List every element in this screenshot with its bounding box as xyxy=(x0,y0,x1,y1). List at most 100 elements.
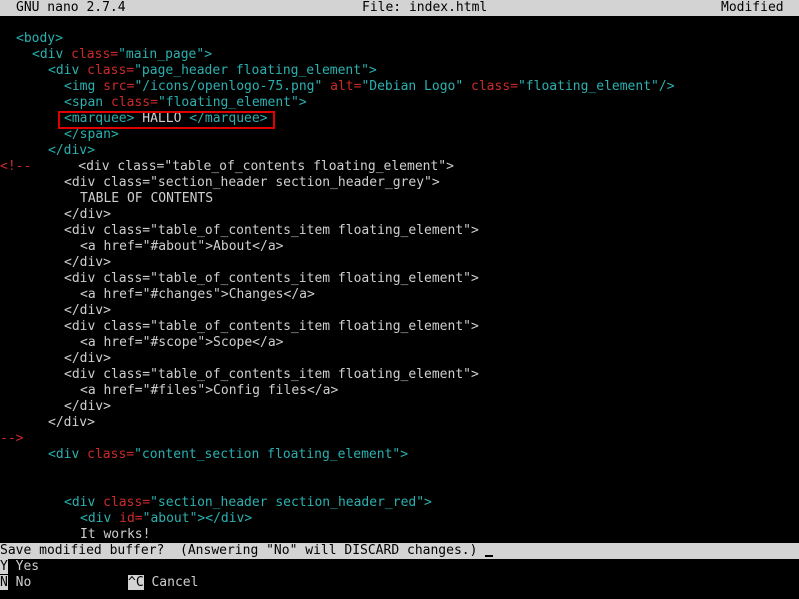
code-token: </div> xyxy=(64,351,111,366)
code-token: "main_page" xyxy=(118,47,205,62)
code-line: <!-- <div class="table_of_contents float… xyxy=(0,159,454,175)
code-token: <div xyxy=(64,495,104,510)
code-token: class= xyxy=(103,495,151,510)
save-prompt: Save modified buffer? (Answering "No" wi… xyxy=(0,543,799,559)
cursor xyxy=(485,555,494,557)
shortcut-key-cancel: ^C xyxy=(128,575,144,590)
code-line: <span class="floating_element"> xyxy=(64,95,307,111)
code-line: <a href="#about">About</a> xyxy=(80,239,284,255)
code-line: It works! xyxy=(80,527,150,543)
shortcut-label-no: No xyxy=(15,575,32,590)
code-token: <a href="#scope">Scope</a> xyxy=(80,335,284,350)
code-token: "section_header section_header_red" xyxy=(150,495,425,510)
code-token: </div> xyxy=(48,415,95,430)
code-line: <img src="/icons/openlogo-75.png" alt="D… xyxy=(64,79,675,95)
code-token: class= xyxy=(71,47,119,62)
code-token: class= xyxy=(87,447,135,462)
code-token: <div class="table_of_contents_item float… xyxy=(64,367,479,382)
shortcut-cancel[interactable]: ^C Cancel xyxy=(128,575,198,591)
code-token: </div> xyxy=(48,143,95,158)
code-token: <div class="table_of_contents_item float… xyxy=(64,319,479,334)
code-token: <div class="table_of_contents floating_e… xyxy=(78,159,454,174)
code-token: <div xyxy=(32,47,72,62)
code-token: "about" xyxy=(142,511,198,526)
code-line: </div> xyxy=(64,303,111,319)
code-token: <div xyxy=(48,447,88,462)
code-line: <div class="page_header floating_element… xyxy=(48,63,377,79)
code-token: </div> xyxy=(64,255,111,270)
file-name: File: index.html xyxy=(362,0,488,15)
code-token: "/icons/openlogo-75.png" xyxy=(134,79,331,94)
code-token: "floating_element" xyxy=(517,79,659,94)
code-line: </span> xyxy=(64,127,119,143)
code-line: TABLE OF CONTENTS xyxy=(80,191,213,207)
code-line: <div class="section_header section_heade… xyxy=(64,175,440,191)
code-line: <div class="section_header section_heade… xyxy=(64,495,432,511)
code-line: <div class="table_of_contents_item float… xyxy=(64,319,479,335)
code-token: > xyxy=(424,495,432,510)
code-token: class= xyxy=(110,95,158,110)
code-line: </div> xyxy=(64,351,111,367)
code-token: <div class="table_of_contents_item float… xyxy=(64,223,479,238)
code-line: <body> xyxy=(16,31,63,47)
code-line: </div> xyxy=(64,207,111,223)
code-line: <a href="#scope">Scope</a> xyxy=(80,335,284,351)
code-token: alt= xyxy=(330,79,362,94)
prompt-text: Save modified buffer? (Answering "No" wi… xyxy=(0,543,486,558)
code-line: <div class="table_of_contents_item float… xyxy=(64,367,479,383)
code-line: <a href="#files">Config files</a> xyxy=(80,383,338,399)
code-token: </div> xyxy=(64,399,111,414)
shortcut-no[interactable]: N No xyxy=(0,575,31,591)
code-line: </div> xyxy=(64,255,111,271)
code-token: class= xyxy=(87,63,135,78)
code-token: </div> xyxy=(64,207,111,222)
code-token: <div class="table_of_contents_item float… xyxy=(64,271,479,286)
code-line: <div id="about"></div> xyxy=(80,511,252,527)
code-line: --> xyxy=(0,431,23,447)
code-token: > xyxy=(204,47,213,62)
code-token: <div xyxy=(48,63,88,78)
code-token: > xyxy=(400,447,409,462)
code-token: > xyxy=(368,63,377,78)
code-token: class= xyxy=(471,79,518,94)
shortcut-label-cancel: Cancel xyxy=(151,575,199,590)
code-line: <div class="main_page"> xyxy=(32,47,212,63)
code-line: <div class="table_of_contents_item float… xyxy=(64,223,479,239)
code-token: <a href="#about">About</a> xyxy=(80,239,284,254)
code-line: <a href="#changes">Changes</a> xyxy=(80,287,315,303)
code-token: <!-- xyxy=(0,159,32,174)
code-token: </div> xyxy=(64,303,111,318)
code-token: <a href="#files">Config files</a> xyxy=(80,383,339,398)
title-bar: GNU nano 2.7.4 File: index.html Modified xyxy=(0,0,799,16)
code-token: --> xyxy=(0,431,24,446)
code-token: <div class="section_header section_heade… xyxy=(64,175,440,190)
shortcut-yes[interactable]: Y Yes xyxy=(0,559,39,575)
code-token: "floating_element" xyxy=(157,95,299,110)
code-token: "content_section floating_element" xyxy=(134,447,401,462)
code-token: "page_header floating_element" xyxy=(134,63,369,78)
highlight-box xyxy=(58,111,275,129)
code-token: <div xyxy=(80,511,120,526)
modified-status: Modified xyxy=(721,0,784,15)
code-token: <a href="#changes">Changes</a> xyxy=(80,287,315,302)
code-line: </div> xyxy=(48,415,95,431)
code-token: ></div> xyxy=(197,511,253,526)
code-token: <img xyxy=(64,79,104,94)
code-token: <span xyxy=(64,95,111,110)
code-token: "Debian Logo" xyxy=(361,79,472,94)
code-token: TABLE OF CONTENTS xyxy=(80,191,214,206)
app-name: GNU nano 2.7.4 xyxy=(16,0,126,15)
code-token: <body> xyxy=(16,31,63,46)
shortcut-label-yes: Yes xyxy=(15,559,40,574)
code-token: id= xyxy=(119,511,143,526)
code-line: </div> xyxy=(48,143,95,159)
code-line: </div> xyxy=(64,399,111,415)
code-token: It works! xyxy=(80,527,151,542)
code-token: /> xyxy=(658,79,675,94)
code-token: src= xyxy=(103,79,135,94)
code-line: <div class="table_of_contents_item float… xyxy=(64,271,479,287)
shortcut-key-yes: Y xyxy=(0,559,8,574)
code-line: <div class="content_section floating_ele… xyxy=(48,447,408,463)
code-token: </span> xyxy=(64,127,119,142)
